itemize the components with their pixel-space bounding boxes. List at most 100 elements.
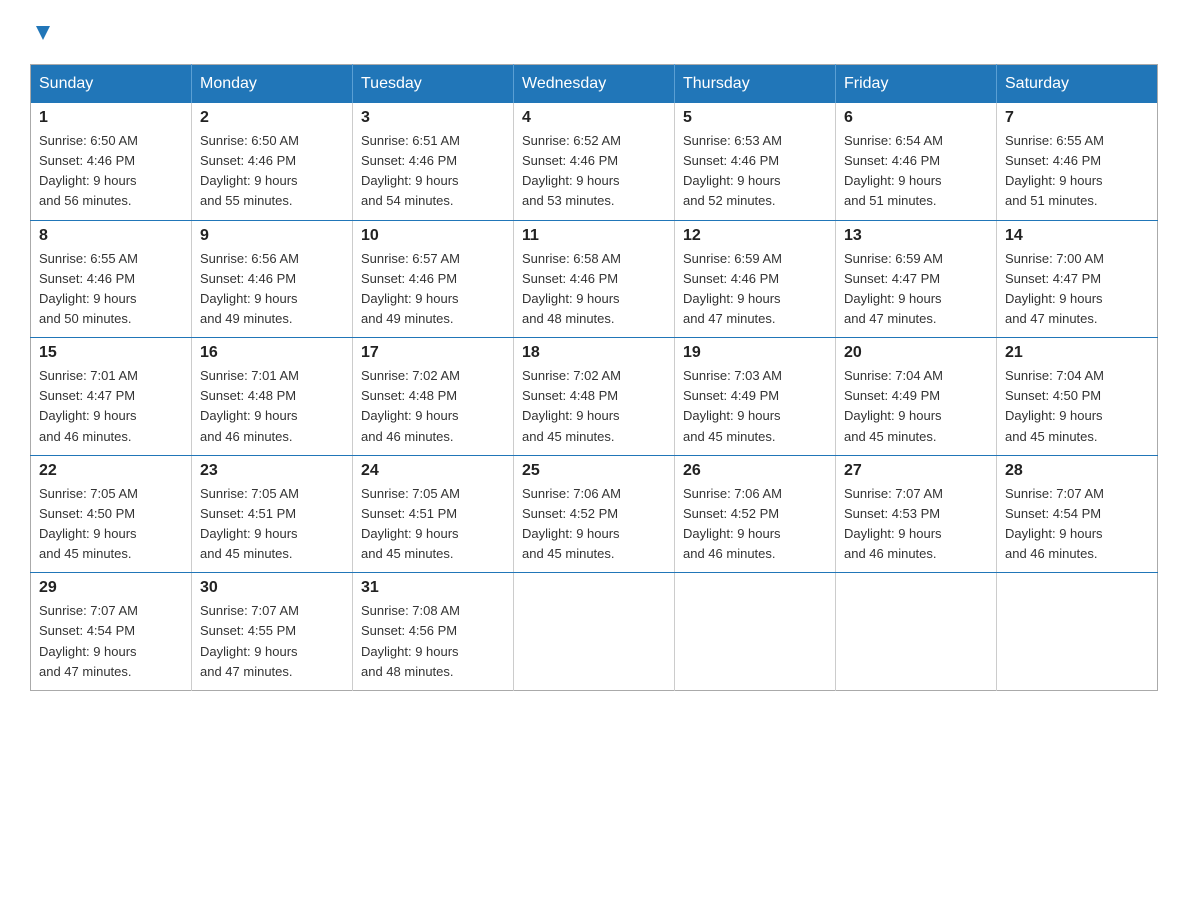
calendar-cell: 21 Sunrise: 7:04 AMSunset: 4:50 PMDayligh… (997, 338, 1158, 456)
calendar-cell: 10 Sunrise: 6:57 AMSunset: 4:46 PMDayligh… (353, 220, 514, 338)
calendar-cell: 13Sunrise: 6:59 AMSunset: 4:47 PMDayligh… (836, 220, 997, 338)
day-header-sunday: Sunday (31, 65, 192, 104)
day-header-wednesday: Wednesday (514, 65, 675, 104)
day-number: 5 (683, 109, 827, 127)
calendar-cell: 5 Sunrise: 6:53 AMSunset: 4:46 PMDaylight… (675, 103, 836, 220)
calendar-cell: 26 Sunrise: 7:06 AMSunset: 4:52 PMDayligh… (675, 455, 836, 573)
calendar-cell: 22Sunrise: 7:05 AMSunset: 4:50 PMDayligh… (31, 455, 192, 573)
calendar-cell: 24 Sunrise: 7:05 AMSunset: 4:51 PMDayligh… (353, 455, 514, 573)
day-number: 16 (200, 344, 344, 362)
day-info: Sunrise: 6:51 AMSunset: 4:46 PMDaylight:… (361, 131, 505, 212)
calendar-cell: 17 Sunrise: 7:02 AMSunset: 4:48 PMDayligh… (353, 338, 514, 456)
calendar-cell: 28 Sunrise: 7:07 AMSunset: 4:54 PMDayligh… (997, 455, 1158, 573)
calendar-cell (836, 573, 997, 691)
calendar-cell: 18Sunrise: 7:02 AMSunset: 4:48 PMDayligh… (514, 338, 675, 456)
day-header-thursday: Thursday (675, 65, 836, 104)
calendar-cell: 2 Sunrise: 6:50 AMSunset: 4:46 PMDaylight… (192, 103, 353, 220)
day-number: 23 (200, 462, 344, 480)
day-header-tuesday: Tuesday (353, 65, 514, 104)
day-number: 31 (361, 579, 505, 597)
day-header-saturday: Saturday (997, 65, 1158, 104)
calendar-cell: 7 Sunrise: 6:55 AMSunset: 4:46 PMDaylight… (997, 103, 1158, 220)
day-info: Sunrise: 6:55 AMSunset: 4:46 PMDaylight:… (39, 249, 183, 330)
day-header-friday: Friday (836, 65, 997, 104)
logo (30, 20, 54, 44)
calendar-cell: 16 Sunrise: 7:01 AMSunset: 4:48 PMDayligh… (192, 338, 353, 456)
day-number: 9 (200, 227, 344, 245)
calendar-cell: 4 Sunrise: 6:52 AMSunset: 4:46 PMDaylight… (514, 103, 675, 220)
day-number: 26 (683, 462, 827, 480)
day-info: Sunrise: 7:07 AMSunset: 4:54 PMDaylight:… (39, 601, 183, 682)
day-number: 15 (39, 344, 183, 362)
day-info: Sunrise: 7:07 AMSunset: 4:54 PMDaylight:… (1005, 484, 1149, 565)
day-info: Sunrise: 7:07 AMSunset: 4:55 PMDaylight:… (200, 601, 344, 682)
day-number: 2 (200, 109, 344, 127)
day-info: Sunrise: 6:59 AMSunset: 4:46 PMDaylight:… (683, 249, 827, 330)
day-info: Sunrise: 6:58 AMSunset: 4:46 PMDaylight:… (522, 249, 666, 330)
calendar-cell: 11 Sunrise: 6:58 AMSunset: 4:46 PMDayligh… (514, 220, 675, 338)
day-info: Sunrise: 7:05 AMSunset: 4:51 PMDaylight:… (200, 484, 344, 565)
day-info: Sunrise: 7:06 AMSunset: 4:52 PMDaylight:… (522, 484, 666, 565)
logo-triangle-icon (32, 22, 54, 44)
day-info: Sunrise: 7:02 AMSunset: 4:48 PMDaylight:… (522, 366, 666, 447)
day-number: 29 (39, 579, 183, 597)
calendar-cell: 12 Sunrise: 6:59 AMSunset: 4:46 PMDayligh… (675, 220, 836, 338)
day-info: Sunrise: 7:04 AMSunset: 4:50 PMDaylight:… (1005, 366, 1149, 447)
calendar-cell: 27 Sunrise: 7:07 AMSunset: 4:53 PMDayligh… (836, 455, 997, 573)
day-info: Sunrise: 7:05 AMSunset: 4:51 PMDaylight:… (361, 484, 505, 565)
day-info: Sunrise: 7:06 AMSunset: 4:52 PMDaylight:… (683, 484, 827, 565)
day-info: Sunrise: 7:00 AMSunset: 4:47 PMDaylight:… (1005, 249, 1149, 330)
day-info: Sunrise: 6:53 AMSunset: 4:46 PMDaylight:… (683, 131, 827, 212)
day-info: Sunrise: 6:56 AMSunset: 4:46 PMDaylight:… (200, 249, 344, 330)
page-header (30, 20, 1158, 44)
day-number: 10 (361, 227, 505, 245)
calendar-cell: 15 Sunrise: 7:01 AMSunset: 4:47 PMDayligh… (31, 338, 192, 456)
day-number: 14 (1005, 227, 1149, 245)
day-info: Sunrise: 7:01 AMSunset: 4:48 PMDaylight:… (200, 366, 344, 447)
day-info: Sunrise: 6:50 AMSunset: 4:46 PMDaylight:… (39, 131, 183, 212)
day-info: Sunrise: 7:07 AMSunset: 4:53 PMDaylight:… (844, 484, 988, 565)
day-info: Sunrise: 6:54 AMSunset: 4:46 PMDaylight:… (844, 131, 988, 212)
day-info: Sunrise: 6:50 AMSunset: 4:46 PMDaylight:… (200, 131, 344, 212)
day-header-monday: Monday (192, 65, 353, 104)
day-info: Sunrise: 6:55 AMSunset: 4:46 PMDaylight:… (1005, 131, 1149, 212)
day-info: Sunrise: 7:02 AMSunset: 4:48 PMDaylight:… (361, 366, 505, 447)
calendar-cell: 31 Sunrise: 7:08 AMSunset: 4:56 PMDayligh… (353, 573, 514, 691)
day-number: 30 (200, 579, 344, 597)
calendar-table: SundayMondayTuesdayWednesdayThursdayFrid… (30, 64, 1158, 691)
calendar-week-2: 8 Sunrise: 6:55 AMSunset: 4:46 PMDaylight… (31, 220, 1158, 338)
calendar-week-1: 1 Sunrise: 6:50 AMSunset: 4:46 PMDaylight… (31, 103, 1158, 220)
day-number: 12 (683, 227, 827, 245)
day-number: 13 (844, 227, 988, 245)
calendar-cell: 20Sunrise: 7:04 AMSunset: 4:49 PMDayligh… (836, 338, 997, 456)
day-info: Sunrise: 7:01 AMSunset: 4:47 PMDaylight:… (39, 366, 183, 447)
calendar-cell: 6 Sunrise: 6:54 AMSunset: 4:46 PMDaylight… (836, 103, 997, 220)
calendar-cell (675, 573, 836, 691)
day-info: Sunrise: 7:03 AMSunset: 4:49 PMDaylight:… (683, 366, 827, 447)
day-number: 17 (361, 344, 505, 362)
calendar-week-5: 29 Sunrise: 7:07 AMSunset: 4:54 PMDayligh… (31, 573, 1158, 691)
day-number: 3 (361, 109, 505, 127)
day-number: 1 (39, 109, 183, 127)
calendar-cell (997, 573, 1158, 691)
day-number: 20 (844, 344, 988, 362)
calendar-cell: 1 Sunrise: 6:50 AMSunset: 4:46 PMDaylight… (31, 103, 192, 220)
day-number: 21 (1005, 344, 1149, 362)
day-number: 6 (844, 109, 988, 127)
calendar-cell: 30 Sunrise: 7:07 AMSunset: 4:55 PMDayligh… (192, 573, 353, 691)
day-number: 7 (1005, 109, 1149, 127)
day-number: 24 (361, 462, 505, 480)
day-number: 4 (522, 109, 666, 127)
calendar-header-row: SundayMondayTuesdayWednesdayThursdayFrid… (31, 65, 1158, 104)
calendar-cell: 8 Sunrise: 6:55 AMSunset: 4:46 PMDaylight… (31, 220, 192, 338)
calendar-cell: 25Sunrise: 7:06 AMSunset: 4:52 PMDayligh… (514, 455, 675, 573)
calendar-cell: 29 Sunrise: 7:07 AMSunset: 4:54 PMDayligh… (31, 573, 192, 691)
day-number: 27 (844, 462, 988, 480)
day-info: Sunrise: 6:52 AMSunset: 4:46 PMDaylight:… (522, 131, 666, 212)
day-number: 28 (1005, 462, 1149, 480)
day-info: Sunrise: 7:08 AMSunset: 4:56 PMDaylight:… (361, 601, 505, 682)
calendar-cell: 9 Sunrise: 6:56 AMSunset: 4:46 PMDaylight… (192, 220, 353, 338)
day-number: 11 (522, 227, 666, 245)
day-info: Sunrise: 6:57 AMSunset: 4:46 PMDaylight:… (361, 249, 505, 330)
day-number: 8 (39, 227, 183, 245)
